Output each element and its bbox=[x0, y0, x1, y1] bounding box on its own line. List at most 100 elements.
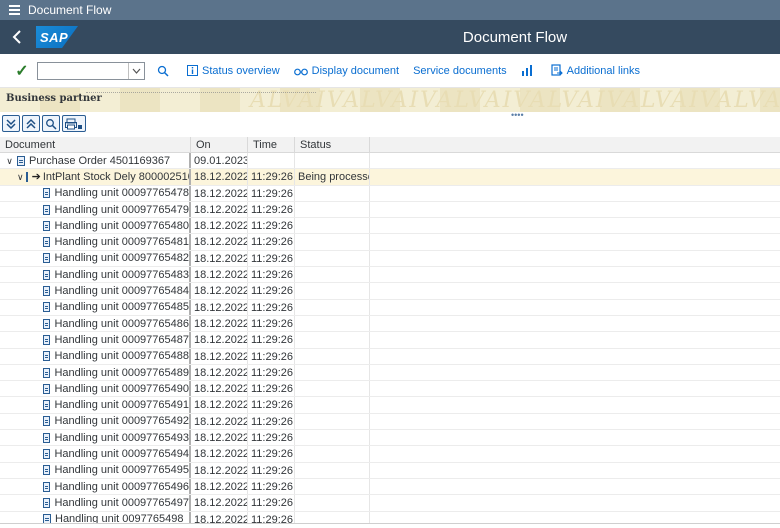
tree-toggle-icon[interactable]: ∨ bbox=[4, 153, 15, 168]
business-partner-strip: ALVAIVALVAIVALVAIVALVAIVALVAIVALVA Busin… bbox=[0, 88, 780, 112]
table-row[interactable]: Handling unit 00097765484 18.12.2022 11:29… bbox=[0, 283, 780, 300]
date-cell: 18.12.2022 bbox=[191, 478, 248, 495]
table-row[interactable]: Handling unit 00097765492 18.12.2022 11:29… bbox=[0, 413, 780, 431]
document-cell[interactable]: Handling unit 00097765479 bbox=[0, 201, 191, 218]
status-bar bbox=[0, 523, 780, 528]
table-row[interactable]: Handling unit 0097765498 18.12.2022 11:29:… bbox=[0, 511, 780, 523]
column-header-document[interactable]: Document bbox=[0, 137, 191, 152]
additional-links-button[interactable]: Additional links bbox=[551, 64, 640, 77]
document-cell[interactable]: Handling unit 00097765497 bbox=[0, 495, 191, 511]
search-tree-button[interactable] bbox=[42, 115, 60, 132]
table-row[interactable]: Handling unit 00097765485 18.12.2022 11:29… bbox=[0, 299, 780, 316]
table-row[interactable]: ∨ Purchase Order 4501169367 09.01.2023 bbox=[0, 153, 780, 170]
document-cell[interactable]: Handling unit 00097765487 bbox=[0, 332, 191, 348]
document-cell[interactable]: Handling unit 00097765485 bbox=[0, 299, 191, 315]
table-row[interactable]: Handling unit 00097765490 18.12.2022 11:29… bbox=[0, 381, 780, 398]
table-row[interactable]: Handling unit 00097765497 18.12.2022 11:29… bbox=[0, 495, 780, 512]
column-header-time[interactable]: Time bbox=[248, 137, 295, 152]
document-cell[interactable]: Handling unit 00097765491 bbox=[0, 397, 191, 413]
document-text: Handling unit 00097765482 bbox=[54, 252, 189, 265]
document-cell[interactable]: Handling unit 00097765486 bbox=[0, 315, 191, 332]
document-cell[interactable]: Handling unit 00097765480 bbox=[0, 218, 191, 234]
document-cell[interactable]: ∨ ➔ IntPlant Stock Dely 80000251020 bbox=[0, 169, 191, 185]
time-cell: 11:29:26 bbox=[248, 462, 295, 478]
document-icon bbox=[42, 481, 51, 492]
splitter-grip[interactable]: •••• bbox=[511, 110, 524, 120]
table-row[interactable]: Handling unit 00097765480 18.12.2022 11:29… bbox=[0, 218, 780, 235]
table-row[interactable]: Handling unit 00097765494 18.12.2022 11:29… bbox=[0, 446, 780, 463]
status-cell bbox=[295, 153, 370, 169]
document-cell[interactable]: Handling unit 00097765493 bbox=[0, 430, 191, 446]
document-icon bbox=[42, 497, 51, 508]
find-button[interactable] bbox=[157, 65, 173, 77]
status-overview-button[interactable]: Status overview bbox=[187, 65, 280, 77]
document-cell[interactable]: Handling unit 00097765489 bbox=[0, 364, 191, 381]
additional-links-label: Additional links bbox=[566, 64, 641, 77]
table-row[interactable]: Handling unit 00097765491 18.12.2022 11:29… bbox=[0, 397, 780, 414]
tree-toggle-icon[interactable]: ∨ bbox=[17, 169, 24, 184]
table-row[interactable]: Handling unit 00097765487 18.12.2022 11:29… bbox=[0, 332, 780, 349]
column-header-on[interactable]: On bbox=[191, 137, 248, 152]
document-text: Handling unit 00097765484 bbox=[54, 285, 189, 298]
print-button[interactable] bbox=[62, 115, 86, 132]
document-cell[interactable]: Handling unit 00097765482 bbox=[0, 250, 191, 267]
table-row[interactable]: Handling unit 00097765479 18.12.2022 11:29… bbox=[0, 201, 780, 219]
document-cell[interactable]: Handling unit 00097765494 bbox=[0, 446, 191, 462]
document-cell[interactable]: Handling unit 00097765490 bbox=[0, 381, 191, 397]
status-cell: Being processed bbox=[295, 169, 370, 185]
table-row[interactable]: Handling unit 00097765496 18.12.2022 11:29… bbox=[0, 478, 780, 496]
document-text: Handling unit 00097765493 bbox=[54, 431, 189, 444]
status-cell bbox=[295, 413, 370, 430]
date-cell: 18.12.2022 bbox=[191, 364, 248, 381]
table-row[interactable]: Handling unit 00097765495 18.12.2022 11:29… bbox=[0, 462, 780, 479]
document-text: Handling unit 00097765481 bbox=[54, 236, 189, 249]
document-cell[interactable]: Handling unit 00097765484 bbox=[0, 283, 191, 299]
enter-check-icon[interactable]: ✓ bbox=[10, 61, 34, 81]
document-cell[interactable]: ∨ Purchase Order 4501169367 bbox=[0, 153, 191, 169]
document-cell[interactable]: Handling unit 00097765492 bbox=[0, 413, 191, 430]
status-cell bbox=[295, 478, 370, 495]
time-cell: 11:29:26 bbox=[248, 267, 295, 283]
table-row[interactable]: Handling unit 00097765478 18.12.2022 11:29… bbox=[0, 185, 780, 202]
date-cell: 18.12.2022 bbox=[191, 348, 248, 364]
column-header-status[interactable]: Status bbox=[295, 137, 370, 152]
chart-button[interactable] bbox=[521, 65, 537, 76]
document-text: Handling unit 00097765494 bbox=[54, 448, 189, 460]
document-cell[interactable]: Handling unit 00097765495 bbox=[0, 462, 191, 478]
document-cell[interactable]: Handling unit 00097765483 bbox=[0, 267, 191, 283]
date-cell: 18.12.2022 bbox=[191, 511, 248, 523]
document-text: Handling unit 00097765497 bbox=[54, 496, 189, 509]
menu-icon[interactable] bbox=[0, 0, 28, 20]
table-row[interactable]: Handling unit 00097765493 18.12.2022 11:29… bbox=[0, 430, 780, 447]
document-cell[interactable]: Handling unit 00097765496 bbox=[0, 478, 191, 495]
date-cell: 18.12.2022 bbox=[191, 185, 248, 201]
document-text: Handling unit 00097765489 bbox=[54, 366, 189, 379]
expand-all-button[interactable] bbox=[2, 115, 20, 132]
document-cell[interactable]: Handling unit 00097765481 bbox=[0, 234, 191, 250]
document-cell[interactable]: Handling unit 00097765478 bbox=[0, 185, 191, 201]
chevron-down-icon[interactable] bbox=[128, 62, 144, 79]
document-cell[interactable]: Handling unit 00097765488 bbox=[0, 348, 191, 364]
table-row[interactable]: Handling unit 00097765481 18.12.2022 11:29… bbox=[0, 234, 780, 251]
service-documents-button[interactable]: Service documents bbox=[413, 65, 507, 77]
table-row[interactable]: Handling unit 00097765486 18.12.2022 11:29… bbox=[0, 315, 780, 333]
collapse-all-button[interactable] bbox=[22, 115, 40, 132]
document-cell[interactable]: Handling unit 0097765498 bbox=[0, 511, 191, 523]
command-field[interactable] bbox=[37, 61, 145, 80]
document-icon bbox=[42, 432, 51, 443]
table-row[interactable]: Handling unit 00097765489 18.12.2022 11:29… bbox=[0, 364, 780, 382]
status-cell bbox=[295, 283, 370, 299]
table-row[interactable]: Handling unit 00097765488 18.12.2022 11:29… bbox=[0, 348, 780, 365]
status-cell bbox=[295, 218, 370, 234]
time-cell: 11:29:26 bbox=[248, 413, 295, 430]
table-header: Document On Time Status bbox=[0, 137, 780, 153]
table-row[interactable]: Handling unit 00097765483 18.12.2022 11:29… bbox=[0, 267, 780, 284]
table-row[interactable]: Handling unit 00097765482 18.12.2022 11:29… bbox=[0, 250, 780, 268]
display-document-button[interactable]: Display document bbox=[293, 65, 399, 77]
alv-watermark: ALVAIVALVAIVALVAIVALVAIVALVAIVALVA bbox=[250, 88, 780, 112]
table-row[interactable]: ∨ ➔ IntPlant Stock Dely 80000251020 18.12.2… bbox=[0, 169, 780, 186]
